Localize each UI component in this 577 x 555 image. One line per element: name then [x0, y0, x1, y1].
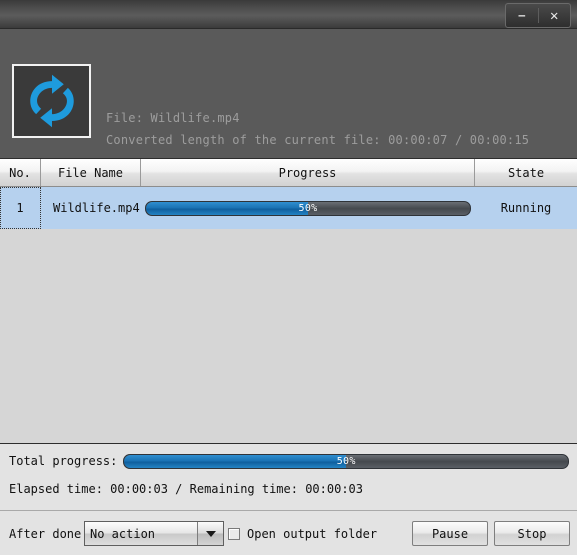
window-controls: – ✕: [505, 3, 571, 28]
total-progress-percent: 50%: [336, 455, 356, 467]
minimize-button[interactable]: –: [506, 4, 538, 27]
title-bar[interactable]: – ✕: [0, 0, 577, 29]
time-status-line: Elapsed time: 00:00:03 / Remaining time:…: [9, 482, 364, 496]
column-header-progress[interactable]: Progress: [141, 159, 475, 186]
row-progress-bar: 50%: [145, 200, 471, 216]
stop-button[interactable]: Stop: [494, 521, 570, 546]
conversion-list: No. File Name Progress State 1 Wildlife.…: [0, 158, 577, 444]
converter-window: – ✕ File: Wildlife.mp4 Converted length …: [0, 0, 577, 555]
after-done-label: After done:: [9, 527, 89, 541]
column-header-state[interactable]: State: [475, 159, 577, 186]
pause-button[interactable]: Pause: [412, 521, 488, 546]
converted-length-line: Converted length of the current file: 00…: [106, 133, 530, 147]
total-progress-row: Total progress: 50%: [9, 452, 569, 470]
chevron-down-icon[interactable]: [197, 522, 223, 545]
total-progress-bar: 50%: [123, 453, 569, 469]
row-progress-cell: 50%: [141, 187, 475, 229]
table-row[interactable]: 1 Wildlife.mp4 50% Running: [0, 187, 577, 229]
open-output-folder-label: Open output folder: [247, 527, 378, 541]
list-header-row: No. File Name Progress State: [0, 159, 577, 187]
bottom-panel: Total progress: 50% Elapsed time: 00:00:…: [0, 444, 577, 555]
after-done-value: No action: [90, 526, 156, 541]
checkbox-icon[interactable]: [228, 528, 240, 540]
conversion-header-panel: File: Wildlife.mp4 Converted length of t…: [0, 29, 577, 158]
row-file-name: Wildlife.mp4: [53, 201, 140, 215]
row-state: Running: [500, 201, 552, 215]
action-controls: After done: No action Open output folder…: [0, 511, 577, 555]
row-progress-label: 50%: [298, 202, 318, 214]
total-progress-label: Total progress:: [9, 454, 118, 468]
current-file-line: File: Wildlife.mp4: [106, 111, 240, 125]
open-output-folder-checkbox[interactable]: Open output folder: [228, 527, 377, 541]
close-button[interactable]: ✕: [539, 4, 571, 27]
convert-refresh-icon: [12, 64, 91, 138]
row-no: 1: [0, 187, 41, 229]
after-done-select[interactable]: No action: [84, 521, 224, 546]
column-header-file-name[interactable]: File Name: [41, 159, 141, 186]
column-header-no[interactable]: No.: [0, 159, 41, 186]
